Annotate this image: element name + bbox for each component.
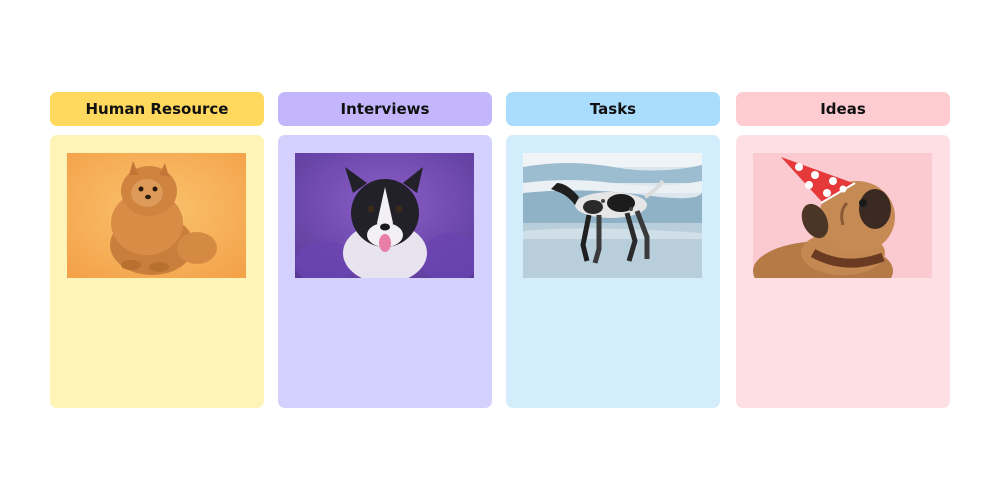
column-header-interviews[interactable]: Interviews — [278, 92, 492, 126]
column-header-human-resource[interactable]: Human Resource — [50, 92, 264, 126]
card-photo-pomeranian[interactable] — [67, 153, 246, 278]
column-body-tasks[interactable] — [506, 135, 720, 408]
column-title: Ideas — [820, 100, 866, 118]
column-title: Human Resource — [85, 100, 229, 118]
column-ideas: Ideas — [736, 92, 950, 408]
card-photo-pointer-beach[interactable] — [523, 153, 702, 278]
column-tasks: Tasks — [506, 92, 720, 408]
pomeranian-dog-photo-icon — [67, 153, 246, 278]
column-interviews: Interviews — [278, 92, 492, 408]
column-header-tasks[interactable]: Tasks — [506, 92, 720, 126]
kanban-board: Human Resource Interviews Tasks Ideas — [0, 0, 1000, 500]
column-body-human-resource[interactable] — [50, 135, 264, 408]
border-collie-dog-photo-icon — [295, 153, 474, 278]
column-body-interviews[interactable] — [278, 135, 492, 408]
column-body-ideas[interactable] — [736, 135, 950, 408]
column-title: Interviews — [340, 100, 430, 118]
column-title: Tasks — [589, 100, 637, 118]
card-photo-pug-party-hat[interactable] — [753, 153, 932, 278]
card-photo-border-collie[interactable] — [295, 153, 474, 278]
pointer-dog-beach-photo-icon — [523, 153, 702, 278]
pug-party-hat-photo-icon — [753, 153, 932, 278]
column-human-resource: Human Resource — [50, 92, 264, 408]
column-header-ideas[interactable]: Ideas — [736, 92, 950, 126]
